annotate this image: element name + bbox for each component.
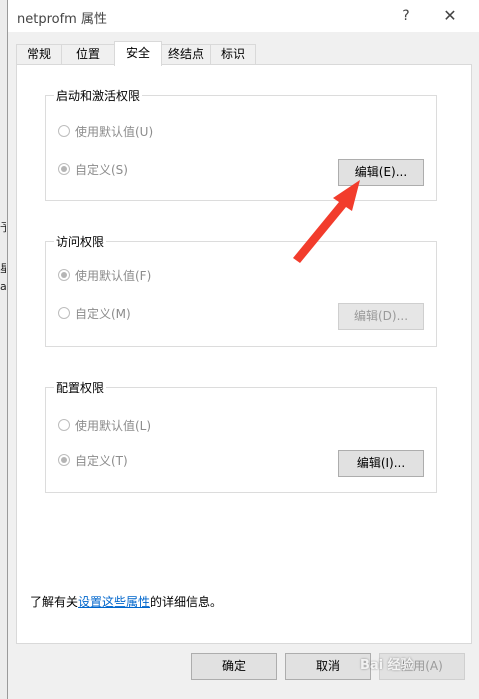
- radio-label: 使用默认值(F): [75, 268, 152, 283]
- launch-edit-button[interactable]: 编辑(E)...: [338, 159, 424, 186]
- tab-location[interactable]: 位置: [61, 44, 115, 65]
- tab-security[interactable]: 安全: [114, 41, 162, 66]
- tab-general[interactable]: 常规: [16, 44, 62, 65]
- launch-permissions-group: 启动和激活权限 使用默认值(U) 自定义(S) 编辑(E)...: [45, 87, 437, 201]
- configuration-permissions-group: 配置权限 使用默认值(L) 自定义(T) 编辑(I)...: [45, 379, 437, 493]
- radio-label: 自定义(S): [75, 162, 128, 177]
- close-icon[interactable]: ✕: [430, 0, 470, 32]
- radio-checked-icon: [58, 269, 70, 281]
- radio-label: 自定义(T): [75, 453, 128, 468]
- window-title: netprofm 属性: [17, 12, 107, 27]
- group-title: 启动和激活权限: [54, 87, 143, 104]
- radio-checked-icon: [58, 454, 70, 466]
- tab-endpoints[interactable]: 终结点: [161, 44, 211, 65]
- group-title: 配置权限: [54, 379, 107, 396]
- tab-identity[interactable]: 标识: [210, 44, 256, 65]
- access-default-radio[interactable]: 使用默认值(F): [58, 266, 151, 284]
- title-bar[interactable]: netprofm 属性 ? ✕: [8, 0, 479, 32]
- radio-checked-icon: [58, 163, 70, 175]
- cancel-button[interactable]: 取消: [285, 653, 371, 680]
- background-text-fragment: ar: [0, 280, 6, 293]
- info-suffix: 的详细信息。: [150, 595, 223, 609]
- radio-icon: [58, 125, 70, 137]
- watermark-logo: Bai 经验: [360, 658, 414, 673]
- info-text: 了解有关设置这些属性的详细信息。: [30, 593, 222, 610]
- access-edit-button[interactable]: 编辑(D)...: [338, 303, 424, 330]
- help-icon[interactable]: ?: [386, 0, 426, 32]
- settings-help-link[interactable]: 设置这些属性: [78, 595, 150, 609]
- access-permissions-group: 访问权限 使用默认值(F) 自定义(M) 编辑(D)...: [45, 233, 437, 347]
- launch-custom-radio[interactable]: 自定义(S): [58, 160, 128, 178]
- radio-label: 使用默认值(L): [75, 418, 152, 433]
- launch-default-radio[interactable]: 使用默认值(U): [58, 122, 153, 140]
- background-text-fragment: 予: [0, 221, 6, 234]
- properties-dialog: netprofm 属性 ? ✕ 常规 位置 安全 终结点 标识 启动和激活权限 …: [7, 0, 479, 699]
- info-prefix: 了解有关: [30, 595, 79, 609]
- ok-button[interactable]: 确定: [191, 653, 277, 680]
- radio-icon: [58, 419, 70, 431]
- radio-label: 自定义(M): [75, 306, 131, 321]
- config-default-radio[interactable]: 使用默认值(L): [58, 416, 151, 434]
- access-custom-radio[interactable]: 自定义(M): [58, 304, 131, 322]
- group-title: 访问权限: [54, 233, 107, 250]
- radio-icon: [58, 307, 70, 319]
- background-text-fragment: 星: [0, 262, 6, 275]
- config-edit-button[interactable]: 编辑(I)...: [338, 450, 424, 477]
- config-custom-radio[interactable]: 自定义(T): [58, 451, 128, 469]
- security-tab-panel: 启动和激活权限 使用默认值(U) 自定义(S) 编辑(E)... 访问权限 使用…: [16, 64, 472, 644]
- radio-label: 使用默认值(U): [75, 124, 154, 139]
